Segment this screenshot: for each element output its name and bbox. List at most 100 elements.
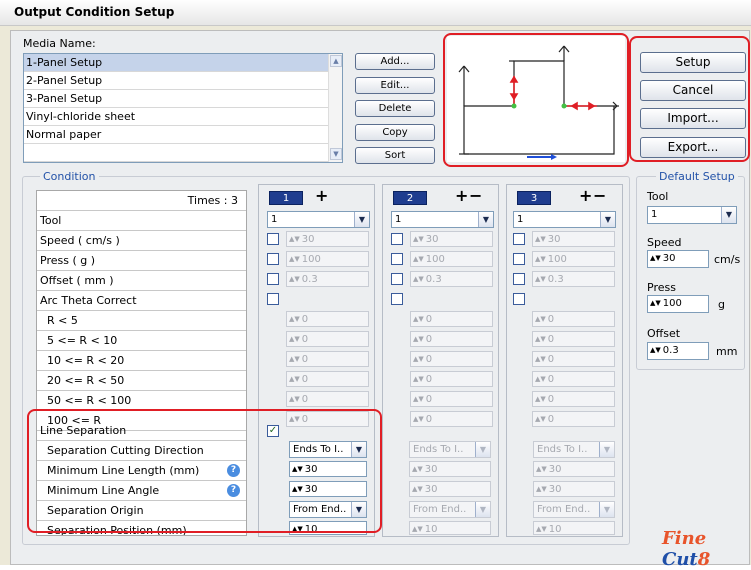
press-field[interactable]: ▲▼ 100 — [286, 251, 369, 267]
list-item[interactable]: Normal paper — [24, 126, 330, 144]
remove-column-icon[interactable]: − — [593, 188, 606, 204]
speed-field[interactable]: ▲▼ 30 — [286, 231, 369, 247]
offset-field[interactable]: ▲▼ 0.3 — [410, 271, 493, 287]
default-press-field[interactable]: ▲▼ 100 — [647, 295, 709, 313]
speed-field[interactable]: ▲▼ 30 — [532, 231, 615, 247]
list-item[interactable]: 3-Panel Setup — [24, 90, 330, 108]
arc-field[interactable]: ▲▼ 0 — [532, 411, 615, 427]
tool-select[interactable]: 1 ▼ — [267, 211, 370, 228]
separation-direction-select[interactable]: Ends To I.. ▼ — [409, 441, 491, 458]
arc-field[interactable]: ▲▼ 0 — [532, 391, 615, 407]
arc-field[interactable]: ▲▼ 0 — [286, 371, 369, 387]
chevron-down-icon[interactable]: ▼ — [600, 212, 615, 227]
spin-arrows-icon: ▲▼ — [289, 315, 300, 323]
chevron-down-icon[interactable]: ▼ — [599, 502, 614, 517]
chevron-down-icon[interactable]: ▼ — [354, 212, 369, 227]
arc-field[interactable]: ▲▼ 0 — [286, 351, 369, 367]
separation-origin-select[interactable]: From End.. ▼ — [533, 501, 615, 518]
arc-field[interactable]: ▲▼ 0 — [286, 391, 369, 407]
list-item[interactable]: Vinyl-chloride sheet — [24, 108, 330, 126]
chevron-down-icon[interactable]: ▼ — [721, 207, 736, 223]
min-line-angle-field[interactable]: ▲▼ 30 — [409, 481, 491, 497]
offset-field[interactable]: ▲▼ 0.3 — [532, 271, 615, 287]
separation-position-field[interactable]: ▲▼ 10 — [409, 521, 491, 535]
add-column-icon[interactable]: + — [315, 188, 328, 204]
arc-field[interactable]: ▲▼ 0 — [410, 411, 493, 427]
sort-button[interactable]: Sort — [355, 147, 435, 164]
separation-origin-select[interactable]: From End.. ▼ — [409, 501, 491, 518]
condition-title: Condition — [40, 170, 99, 183]
arc-theta-checkbox[interactable] — [267, 293, 279, 305]
press-checkbox[interactable] — [391, 253, 403, 265]
list-item[interactable]: 1-Panel Setup — [24, 54, 330, 72]
min-line-angle-field[interactable]: ▲▼ 30 — [533, 481, 615, 497]
times-row: Times : 3 — [37, 191, 246, 211]
arc-field[interactable]: ▲▼ 0 — [532, 371, 615, 387]
speed-field[interactable]: ▲▼ 30 — [410, 231, 493, 247]
media-list[interactable]: 1-Panel Setup 2-Panel Setup 3-Panel Setu… — [23, 53, 343, 163]
arc-field[interactable]: ▲▼ 0 — [532, 311, 615, 327]
spin-arrows-icon: ▲▼ — [413, 235, 424, 243]
arc-field[interactable]: ▲▼ 0 — [410, 391, 493, 407]
separation-position-field[interactable]: ▲▼ 10 — [533, 521, 615, 535]
offset-checkbox[interactable] — [391, 273, 403, 285]
add-column-icon[interactable]: + — [455, 188, 468, 204]
chevron-down-icon[interactable]: ▼ — [478, 212, 493, 227]
list-item[interactable]: 2-Panel Setup — [24, 72, 330, 90]
spin-arrows-icon: ▲▼ — [413, 395, 424, 403]
arc-field[interactable]: ▲▼ 0 — [410, 351, 493, 367]
separation-direction-select[interactable]: Ends To I.. ▼ — [533, 441, 615, 458]
delete-button[interactable]: Delete — [355, 100, 435, 117]
add-button[interactable]: Add... — [355, 53, 435, 70]
spin-arrows-icon: ▲▼ — [535, 255, 546, 263]
default-speed-field[interactable]: ▲▼ 30 — [647, 250, 709, 268]
scroll-down-icon[interactable]: ▼ — [330, 148, 342, 160]
arc-field[interactable]: ▲▼ 0 — [532, 351, 615, 367]
arc-theta-checkbox[interactable] — [391, 293, 403, 305]
output-condition-window: Output Condition Setup Media Name: 1-Pan… — [0, 0, 751, 570]
offset-checkbox[interactable] — [513, 273, 525, 285]
spin-arrows-icon: ▲▼ — [536, 465, 547, 473]
arc-field[interactable]: ▲▼ 0 — [286, 311, 369, 327]
list-item-empty[interactable] — [24, 144, 330, 162]
arc-field[interactable]: ▲▼ 0 — [286, 331, 369, 347]
default-tool-select[interactable]: 1 ▼ — [647, 206, 737, 224]
chevron-down-icon[interactable]: ▼ — [475, 502, 490, 517]
arc-field[interactable]: ▲▼ 0 — [532, 331, 615, 347]
speed-checkbox[interactable] — [391, 233, 403, 245]
list-scrollbar[interactable]: ▲ ▼ — [328, 54, 342, 162]
default-offset-field[interactable]: ▲▼ 0.3 — [647, 342, 709, 360]
edit-button[interactable]: Edit... — [355, 77, 435, 94]
spin-arrows-icon: ▲▼ — [535, 415, 546, 423]
press-field[interactable]: ▲▼ 100 — [532, 251, 615, 267]
title-bar: Output Condition Setup — [0, 0, 751, 26]
chevron-down-icon[interactable]: ▼ — [599, 442, 614, 457]
tool-select[interactable]: 1 ▼ — [391, 211, 494, 228]
tool-select[interactable]: 1 ▼ — [513, 211, 616, 228]
column-number-badge: 2 — [393, 191, 427, 205]
arc-field[interactable]: ▲▼ 0 — [410, 311, 493, 327]
add-column-icon[interactable]: + — [579, 188, 592, 204]
press-checkbox[interactable] — [513, 253, 525, 265]
arc-field[interactable]: ▲▼ 0 — [410, 371, 493, 387]
arc-theta-checkbox[interactable] — [513, 293, 525, 305]
offset-field[interactable]: ▲▼ 0.3 — [286, 271, 369, 287]
min-line-length-field[interactable]: ▲▼ 30 — [533, 461, 615, 477]
remove-column-icon[interactable]: − — [469, 188, 482, 204]
spin-arrows-icon: ▲▼ — [536, 525, 547, 533]
chevron-down-icon[interactable]: ▼ — [475, 442, 490, 457]
arc-field[interactable]: ▲▼ 0 — [410, 331, 493, 347]
spin-arrows-icon: ▲▼ — [289, 255, 300, 263]
press-field[interactable]: ▲▼ 100 — [410, 251, 493, 267]
speed-checkbox[interactable] — [267, 233, 279, 245]
column-header: 1 + — [259, 188, 376, 205]
min-line-length-field[interactable]: ▲▼ 30 — [409, 461, 491, 477]
offset-checkbox[interactable] — [267, 273, 279, 285]
copy-button[interactable]: Copy — [355, 124, 435, 141]
speed-checkbox[interactable] — [513, 233, 525, 245]
spin-arrows-icon: ▲▼ — [289, 355, 300, 363]
press-checkbox[interactable] — [267, 253, 279, 265]
preview-highlight — [443, 33, 629, 167]
spin-arrows-icon: ▲▼ — [535, 335, 546, 343]
scroll-up-icon[interactable]: ▲ — [330, 55, 342, 67]
